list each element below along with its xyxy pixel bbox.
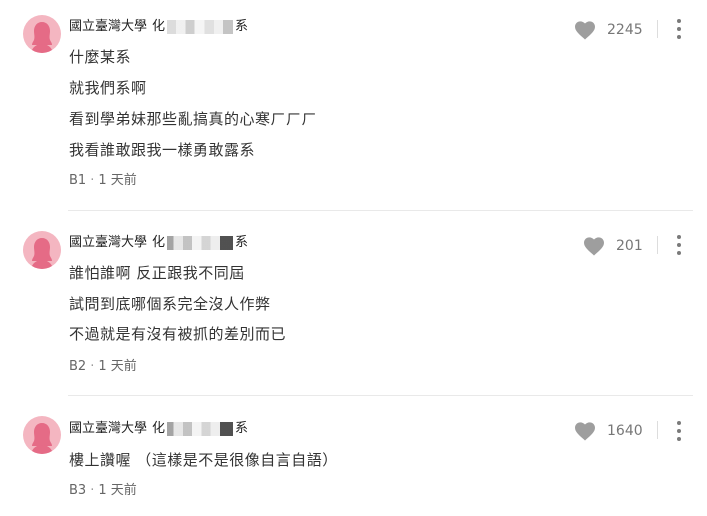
author-dept-suffix: 系 [235,235,249,250]
vertical-divider [657,236,658,254]
author-school: 國立臺灣大學 [69,19,148,34]
author-dept-suffix: 系 [235,19,249,34]
comment-b3: 國立臺灣大學 化 系 樓上讚喔 （這樣是不是很像自言自語） B3 · 1 天前 16… [0,396,707,516]
floor-number: B3 [69,483,87,498]
author-line: 國立臺灣大學 化 系 [69,235,248,251]
censored-dept-name [167,236,234,250]
meta-separator: · [90,359,95,374]
author-school: 國立臺灣大學 [69,421,148,436]
comment-time: 1 天前 [98,173,137,188]
female-avatar-icon [31,22,53,53]
like-count: 201 [616,238,643,254]
author-line: 國立臺灣大學 化 系 [69,421,248,437]
avatar[interactable] [23,231,61,269]
comment-b2: 國立臺灣大學 化 系 誰怕誰啊 反正跟我不同屆 試問到底哪個系完全沒人作弊 不過… [0,211,707,395]
female-avatar-icon [31,238,53,269]
comment-text-line: 樓上讚喔 （這樣是不是很像自言自語） [69,451,338,469]
comment-text-line: 試問到底哪個系完全沒人作弊 [69,295,271,313]
like-button[interactable]: 1640 [574,421,643,441]
floor-number: B1 [69,173,87,188]
female-avatar-icon [31,423,53,454]
comment-text-line: 就我們系啊 [69,79,147,97]
censored-dept-name [167,20,234,34]
like-button[interactable]: 201 [583,236,643,256]
like-button[interactable]: 2245 [574,20,643,40]
like-count: 2245 [607,22,643,38]
author-dept-suffix: 系 [235,421,249,436]
heart-icon [575,21,595,40]
comment-meta: B1 · 1 天前 [69,173,137,189]
author-dept-prefix: 化 [152,235,166,250]
meta-separator: · [90,173,95,188]
comment-time: 1 天前 [98,359,137,374]
comment-b1: 國立臺灣大學 化 系 什麼某系 就我們系啊 看到學弟妹那些亂搞真的心寒ㄏㄏㄏ 我… [0,0,707,205]
more-options-button[interactable] [674,18,684,40]
avatar[interactable] [23,416,61,454]
floor-number: B2 [69,359,87,374]
comment-meta: B3 · 1 天前 [69,483,137,499]
comment-text-line: 什麼某系 [69,48,132,66]
more-options-button[interactable] [674,234,684,256]
comment-meta: B2 · 1 天前 [69,359,137,375]
avatar[interactable] [23,15,61,53]
censored-dept-name [167,422,234,436]
comment-text-line: 看到學弟妹那些亂搞真的心寒ㄏㄏㄏ [69,110,318,128]
comment-text-line: 不過就是有沒有被抓的差別而已 [69,325,287,343]
comment-time: 1 天前 [98,483,137,498]
comment-text-line: 誰怕誰啊 反正跟我不同屆 [69,264,245,282]
author-dept-prefix: 化 [152,421,166,436]
vertical-divider [657,20,658,38]
heart-icon [575,422,595,441]
like-count: 1640 [607,423,643,439]
more-options-button[interactable] [674,420,684,442]
heart-icon [584,237,604,256]
author-dept-prefix: 化 [152,19,166,34]
comment-text-line: 我看誰敢跟我一樣勇敢露系 [69,141,256,159]
author-school: 國立臺灣大學 [69,235,148,250]
author-line: 國立臺灣大學 化 系 [69,19,248,35]
vertical-divider [657,421,658,439]
meta-separator: · [90,483,95,498]
